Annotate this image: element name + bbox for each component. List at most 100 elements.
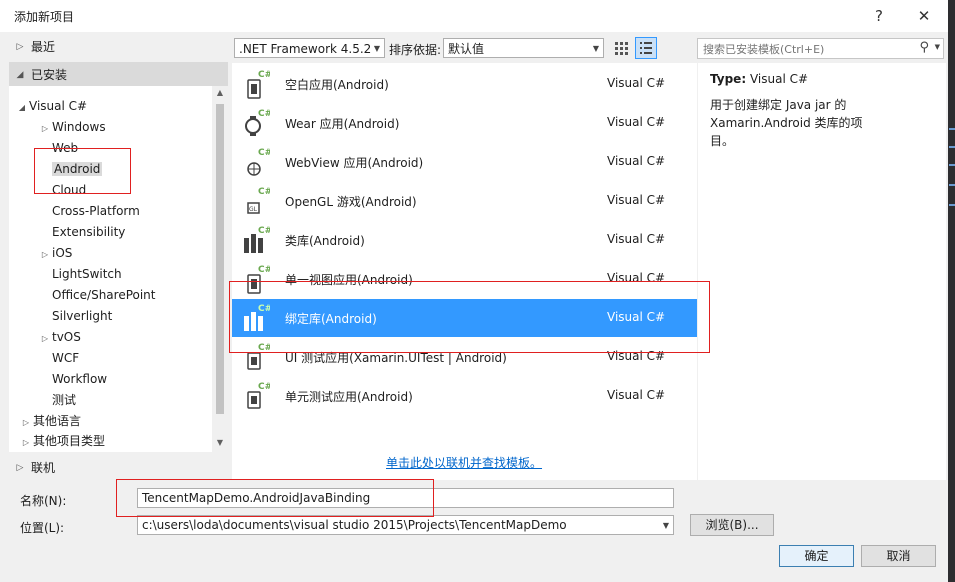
small-icons-view-button[interactable]: [612, 39, 630, 57]
chevron-down-icon: ◢: [18, 103, 26, 112]
chevron-down-icon: ◢: [16, 69, 24, 80]
close-button[interactable]: ✕: [903, 0, 945, 32]
template-language: Visual C#: [607, 76, 666, 90]
list-view-button[interactable]: [635, 37, 657, 59]
template-name: WebView 应用(Android): [285, 156, 424, 170]
group-recent-label: 最近: [31, 40, 56, 54]
tree-item-workflow[interactable]: Workflow: [52, 369, 107, 389]
template-name: 类库(Android): [285, 234, 365, 248]
group-installed-label: 已安装: [31, 68, 68, 82]
highlight-box-name: [116, 479, 434, 517]
android-wear-app-icon: C#: [245, 109, 270, 136]
template-name: 单元测试应用(Android): [285, 390, 413, 404]
search-icon[interactable]: ⚲: [919, 40, 929, 55]
android-webview-app-icon: C#: [247, 148, 270, 176]
tree-item-silverlight[interactable]: Silverlight: [52, 306, 112, 326]
svg-text:C#: C#: [258, 70, 270, 80]
scroll-down-icon[interactable]: ▼: [214, 438, 226, 447]
category-tree: ◢ Visual C# ▷ Windows Web Android Cloud Cr…: [9, 86, 212, 452]
template-language: Visual C#: [607, 115, 666, 129]
template-item[interactable]: C# WebView 应用(Android) Visual C#: [232, 143, 697, 181]
scroll-up-icon[interactable]: ▲: [214, 88, 226, 97]
scrollbar-thumb[interactable]: [216, 104, 224, 414]
chevron-right-icon: ▷: [22, 438, 30, 447]
sort-label: 排序依据:: [389, 43, 442, 57]
framework-select[interactable]: .NET Framework 4.5.2 ▼: [234, 38, 385, 58]
info-type-value: Visual C#: [749, 72, 809, 86]
template-language: Visual C#: [607, 193, 666, 207]
background-window-edge: [948, 0, 955, 582]
android-unit-test-app-icon: C#: [247, 382, 270, 409]
svg-text:C#: C#: [258, 382, 270, 392]
svg-text:C#: C#: [258, 226, 270, 236]
tree-item-windows[interactable]: ▷ Windows: [38, 117, 106, 137]
highlight-box-android: [34, 148, 131, 194]
template-name: OpenGL 游戏(Android): [285, 195, 417, 209]
template-language: Visual C#: [607, 232, 666, 246]
list-icon: [640, 42, 652, 54]
grid-icon: [615, 42, 628, 55]
android-blank-app-icon: C#: [247, 70, 270, 99]
browse-button[interactable]: 浏览(B)...: [690, 514, 774, 536]
tree-item-wcf[interactable]: WCF: [52, 348, 79, 368]
chevron-right-icon: ▷: [41, 334, 49, 343]
tree-item-test[interactable]: 测试: [52, 390, 76, 410]
group-online-label: 联机: [31, 461, 56, 475]
svg-text:C#: C#: [258, 265, 270, 275]
location-input[interactable]: c:\users\loda\documents\visual studio 20…: [137, 515, 674, 535]
tree-item-extensibility[interactable]: Extensibility: [52, 222, 125, 242]
chevron-right-icon: ▷: [16, 41, 24, 52]
tree-item-ios[interactable]: ▷ iOS: [38, 243, 72, 263]
tree-item-lightswitch[interactable]: LightSwitch: [52, 264, 122, 284]
tree-item-visual-csharp[interactable]: ◢ Visual C#: [15, 96, 87, 116]
chevron-down-icon: ▼: [592, 44, 599, 53]
name-label: 名称(N):: [20, 494, 67, 508]
chevron-down-icon: ▼: [373, 44, 380, 53]
template-list: C# 空白应用(Android) Visual C# C# Wear 应用(Androi…: [232, 63, 697, 480]
template-name: Wear 应用(Android): [285, 117, 400, 131]
location-label: 位置(L):: [20, 521, 65, 535]
chevron-down-icon[interactable]: ▼: [663, 517, 669, 535]
template-language: Visual C#: [607, 154, 666, 168]
info-type-label: Type:: [710, 72, 747, 86]
template-item[interactable]: C# 空白应用(Android) Visual C#: [232, 65, 697, 103]
chevron-right-icon: ▷: [41, 124, 49, 133]
tree-scrollbar[interactable]: ▲ ▼: [212, 86, 228, 452]
dialog-title: 添加新项目: [14, 10, 75, 24]
chevron-right-icon: ▷: [41, 250, 49, 259]
template-language: Visual C#: [607, 388, 666, 402]
group-installed[interactable]: ◢ 已安装: [9, 62, 228, 87]
chevron-down-icon[interactable]: ▼: [935, 43, 940, 51]
group-online[interactable]: ▷ 联机: [9, 455, 228, 480]
search-input[interactable]: [701, 40, 910, 59]
tree-item-office-sharepoint[interactable]: Office/SharePoint: [52, 285, 156, 305]
template-item[interactable]: GL C# OpenGL 游戏(Android) Visual C#: [232, 182, 697, 220]
find-templates-online-link[interactable]: 单击此处以联机并查找模板。: [386, 454, 542, 471]
template-item[interactable]: C# Wear 应用(Android) Visual C#: [232, 104, 697, 142]
title-bar: [0, 0, 948, 32]
tree-item-cross-platform[interactable]: Cross-Platform: [52, 201, 140, 221]
info-description: 用于创建绑定 Java jar 的 Xamarin.Android 类库的项目。: [710, 98, 863, 148]
svg-text:C#: C#: [258, 109, 270, 119]
template-info-panel: Type: Visual C# 用于创建绑定 Java jar 的 Xamari…: [698, 63, 946, 480]
svg-text:C#: C#: [258, 148, 270, 158]
group-recent[interactable]: ▷ 最近: [9, 34, 228, 59]
template-item[interactable]: C# 类库(Android) Visual C#: [232, 221, 697, 259]
chevron-right-icon: ▷: [22, 418, 30, 427]
tree-item-other-project-types[interactable]: ▷ 其他项目类型: [19, 431, 105, 451]
sort-select[interactable]: 默认值 ▼: [443, 38, 604, 58]
chevron-right-icon: ▷: [16, 462, 24, 473]
svg-text:C#: C#: [258, 187, 270, 197]
svg-text:GL: GL: [249, 206, 258, 213]
ok-button[interactable]: 确定: [779, 545, 854, 567]
tree-item-tvos[interactable]: ▷ tvOS: [38, 327, 81, 347]
template-name: 空白应用(Android): [285, 78, 389, 92]
template-item[interactable]: C# 单元测试应用(Android) Visual C#: [232, 377, 697, 415]
tree-item-other-languages[interactable]: ▷ 其他语言: [19, 411, 81, 431]
cancel-button[interactable]: 取消: [861, 545, 936, 567]
help-button[interactable]: ?: [858, 0, 900, 32]
android-class-library-icon: C#: [244, 226, 270, 253]
android-opengl-game-icon: GL C#: [247, 187, 270, 214]
highlight-box-binding-library: [229, 281, 710, 353]
template-search[interactable]: ⚲ ▼: [697, 38, 944, 59]
